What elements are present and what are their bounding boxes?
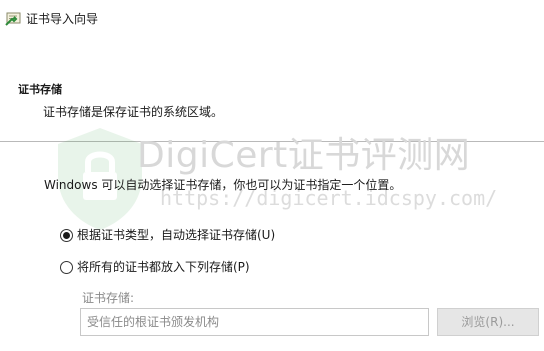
intro-text: Windows 可以自动选择证书存储，你也可以为证书指定一个位置。 xyxy=(44,178,402,192)
certificate-store-field: 受信任的根证书颁发机构 xyxy=(80,308,429,336)
watermark-brand: DigiCert证书评测网 xyxy=(137,135,471,176)
section-description: 证书存储是保存证书的系统区域。 xyxy=(43,105,224,119)
place-in-store-radio[interactable] xyxy=(60,260,73,274)
auto-select-store-radio[interactable] xyxy=(60,228,73,242)
place-in-store-option[interactable]: 将所有的证书都放入下列存储(P) xyxy=(60,259,250,275)
auto-select-store-label[interactable]: 根据证书类型，自动选择证书存储(U) xyxy=(77,227,275,243)
browse-button[interactable]: 浏览(R)... xyxy=(437,308,539,336)
certificate-store-label: 证书存储: xyxy=(82,291,135,305)
window-title: 证书导入向导 xyxy=(26,12,99,26)
certificate-wizard-icon xyxy=(5,12,21,26)
auto-select-store-option[interactable]: 根据证书类型，自动选择证书存储(U) xyxy=(60,227,275,243)
section-title: 证书存储 xyxy=(18,83,62,96)
place-in-store-label[interactable]: 将所有的证书都放入下列存储(P) xyxy=(77,259,250,275)
